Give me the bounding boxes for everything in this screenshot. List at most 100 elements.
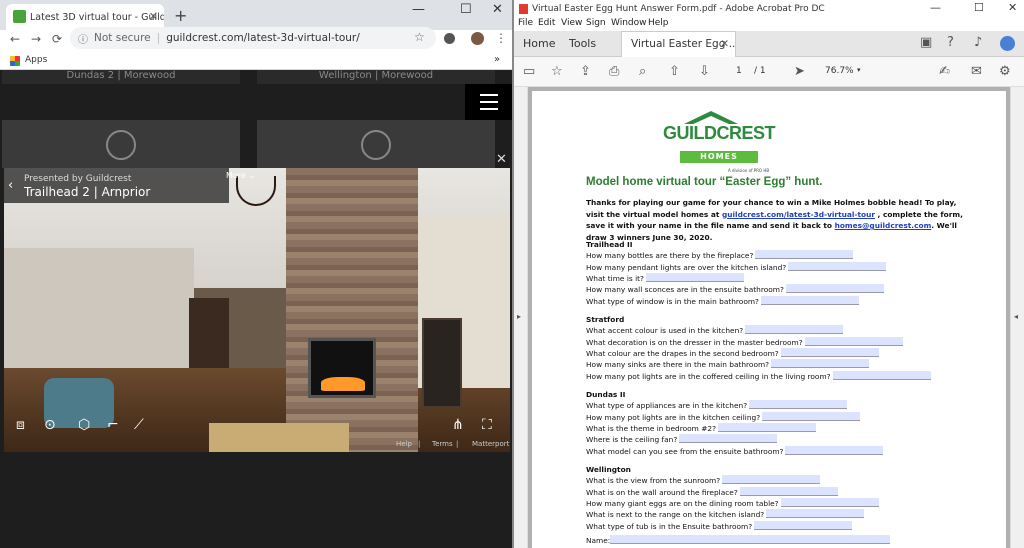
back-icon[interactable]: ← xyxy=(10,32,20,46)
reload-icon[interactable]: ⟳ xyxy=(52,32,62,46)
tour-link[interactable]: guildcrest.com/latest-3d-virtual-tour xyxy=(722,210,875,219)
dollhouse-view-icon[interactable]: ⧈ xyxy=(16,417,25,433)
answer-field[interactable] xyxy=(739,486,838,496)
answer-field[interactable] xyxy=(645,272,744,282)
matterport-link[interactable]: Matterport xyxy=(472,440,509,448)
minimize-icon[interactable]: — xyxy=(930,1,941,14)
right-pane-collapse[interactable]: ◂ xyxy=(1010,87,1024,548)
fullscreen-icon[interactable]: ⛶ xyxy=(482,417,492,433)
answer-field[interactable] xyxy=(745,325,844,335)
left-pane-collapse[interactable]: ▸ xyxy=(514,87,528,548)
help-icon[interactable]: ? xyxy=(947,35,954,50)
answer-field[interactable] xyxy=(718,422,817,432)
notification-bell-icon[interactable]: ♪ xyxy=(974,35,982,50)
floorplan-icon[interactable]: ⌐ xyxy=(107,417,119,433)
answer-field[interactable] xyxy=(780,497,879,507)
maximize-icon[interactable]: ☐ xyxy=(460,2,472,17)
answer-field[interactable] xyxy=(832,370,931,380)
forward-icon[interactable]: → xyxy=(31,32,41,46)
address-bar[interactable]: ⓘ Not secure | guildcrest.com/latest-3d-… xyxy=(70,27,436,49)
zoom-search-icon[interactable]: ⌕ xyxy=(639,64,646,79)
save-icon[interactable]: ▭ xyxy=(523,64,535,79)
presented-by: Presented by Guildcrest xyxy=(24,174,132,184)
measure-icon[interactable]: ⟋ xyxy=(134,417,144,433)
close-window-icon[interactable]: ✕ xyxy=(1008,1,1017,14)
menu-view[interactable]: View xyxy=(561,18,582,28)
modal-close-icon[interactable]: ✕ xyxy=(496,152,507,167)
answer-field[interactable] xyxy=(749,400,848,410)
new-tab-icon[interactable]: + xyxy=(174,6,187,25)
email-icon[interactable]: ✉ xyxy=(971,64,982,79)
document-tab[interactable]: Virtual Easter Egg ... ✕ xyxy=(621,31,736,57)
tab-tools[interactable]: Tools xyxy=(569,37,596,50)
zoom-level[interactable]: 76.7% xyxy=(825,66,854,76)
bookmark-star-icon[interactable]: ☆ xyxy=(551,64,563,79)
comment-icon[interactable]: ▣ xyxy=(920,35,932,50)
question-row: What is on the wall around the fireplace… xyxy=(586,486,838,498)
glass-door xyxy=(422,318,462,408)
answer-field[interactable] xyxy=(679,434,778,444)
more-tools-icon[interactable]: ⚙ xyxy=(999,64,1011,79)
menu-help[interactable]: Help xyxy=(648,18,669,28)
page-down-icon[interactable]: ⇩ xyxy=(699,64,710,79)
bookmark-star-icon[interactable]: ☆ xyxy=(414,30,425,44)
menu-dots-icon[interactable]: ⋮ xyxy=(495,31,507,45)
close-tab-icon[interactable]: ✕ xyxy=(149,10,158,23)
chevron-right-icon[interactable]: » xyxy=(494,54,500,65)
matterport-viewer[interactable]: ‹ Presented by Guildcrest Trailhead 2 | … xyxy=(4,168,510,452)
share-icon[interactable]: ⋔ xyxy=(452,417,464,433)
answer-field[interactable] xyxy=(762,411,861,421)
chevron-left-icon[interactable]: ◂ xyxy=(1014,312,1018,321)
tour-thumbnail-right[interactable] xyxy=(257,120,495,168)
3d-view-icon[interactable]: ⬡ xyxy=(78,417,90,433)
minimize-icon[interactable]: — xyxy=(412,2,425,17)
answer-field[interactable] xyxy=(760,295,859,305)
answer-field[interactable] xyxy=(785,445,884,455)
play-tour-icon[interactable]: ⊙ xyxy=(44,417,56,433)
page-number-input[interactable]: 1 xyxy=(736,66,742,76)
hamburger-menu-button[interactable] xyxy=(465,84,512,120)
zoom-chevron-down-icon[interactable]: ▾ xyxy=(857,66,861,74)
close-window-icon[interactable]: ✕ xyxy=(492,2,503,17)
terms-link[interactable]: Terms xyxy=(432,440,453,448)
answer-field[interactable] xyxy=(754,520,853,530)
menu-window[interactable]: Window xyxy=(611,18,647,28)
account-avatar[interactable] xyxy=(1000,36,1015,51)
answer-field[interactable] xyxy=(788,261,887,271)
answer-field[interactable] xyxy=(785,284,884,294)
document-viewport[interactable]: GUILDCREST HOMES A division of PRO HB Mo… xyxy=(528,87,1010,548)
profile-avatar[interactable] xyxy=(471,32,484,45)
answer-field[interactable] xyxy=(766,509,865,519)
menu-file[interactable]: File xyxy=(518,18,533,28)
upload-icon[interactable]: ⇪ xyxy=(580,64,591,79)
close-document-icon[interactable]: ✕ xyxy=(720,38,729,50)
tab-home[interactable]: Home xyxy=(523,37,555,50)
question-text: What is on the wall around the fireplace… xyxy=(586,487,738,497)
tour-thumbnail-left[interactable] xyxy=(2,120,240,168)
more-button[interactable]: More ⌄ xyxy=(226,171,255,180)
answer-field[interactable] xyxy=(771,359,870,369)
answer-field[interactable] xyxy=(755,250,854,260)
url-text: guildcrest.com/latest-3d-virtual-tour/ xyxy=(166,32,360,44)
extension-icon[interactable] xyxy=(444,33,455,44)
page-up-icon[interactable]: ⇧ xyxy=(669,64,680,79)
name-field[interactable] xyxy=(610,535,891,544)
apps-icon[interactable] xyxy=(10,56,20,66)
chevron-left-icon[interactable]: ‹ xyxy=(8,178,13,193)
answer-field[interactable] xyxy=(722,475,821,485)
help-link[interactable]: Help xyxy=(396,440,412,448)
answer-field[interactable] xyxy=(804,336,903,346)
menu-edit[interactable]: Edit xyxy=(538,18,555,28)
info-icon[interactable]: ⓘ xyxy=(78,31,88,46)
email-link[interactable]: homes@guildcrest.com xyxy=(835,221,932,230)
question-row: What model can you see from the ensuite … xyxy=(586,445,884,457)
answer-field[interactable] xyxy=(780,347,879,357)
menu-sign[interactable]: Sign xyxy=(586,18,606,28)
sign-pen-icon[interactable]: ✍ xyxy=(939,64,950,79)
maximize-icon[interactable]: ☐ xyxy=(974,1,984,14)
chevron-right-icon[interactable]: ▸ xyxy=(517,312,521,321)
apps-link[interactable]: Apps xyxy=(25,55,47,65)
select-cursor-icon[interactable]: ➤ xyxy=(794,64,805,79)
tour-info-panel[interactable]: ‹ Presented by Guildcrest Trailhead 2 | … xyxy=(4,168,229,203)
print-icon[interactable]: ⎙ xyxy=(609,64,619,79)
